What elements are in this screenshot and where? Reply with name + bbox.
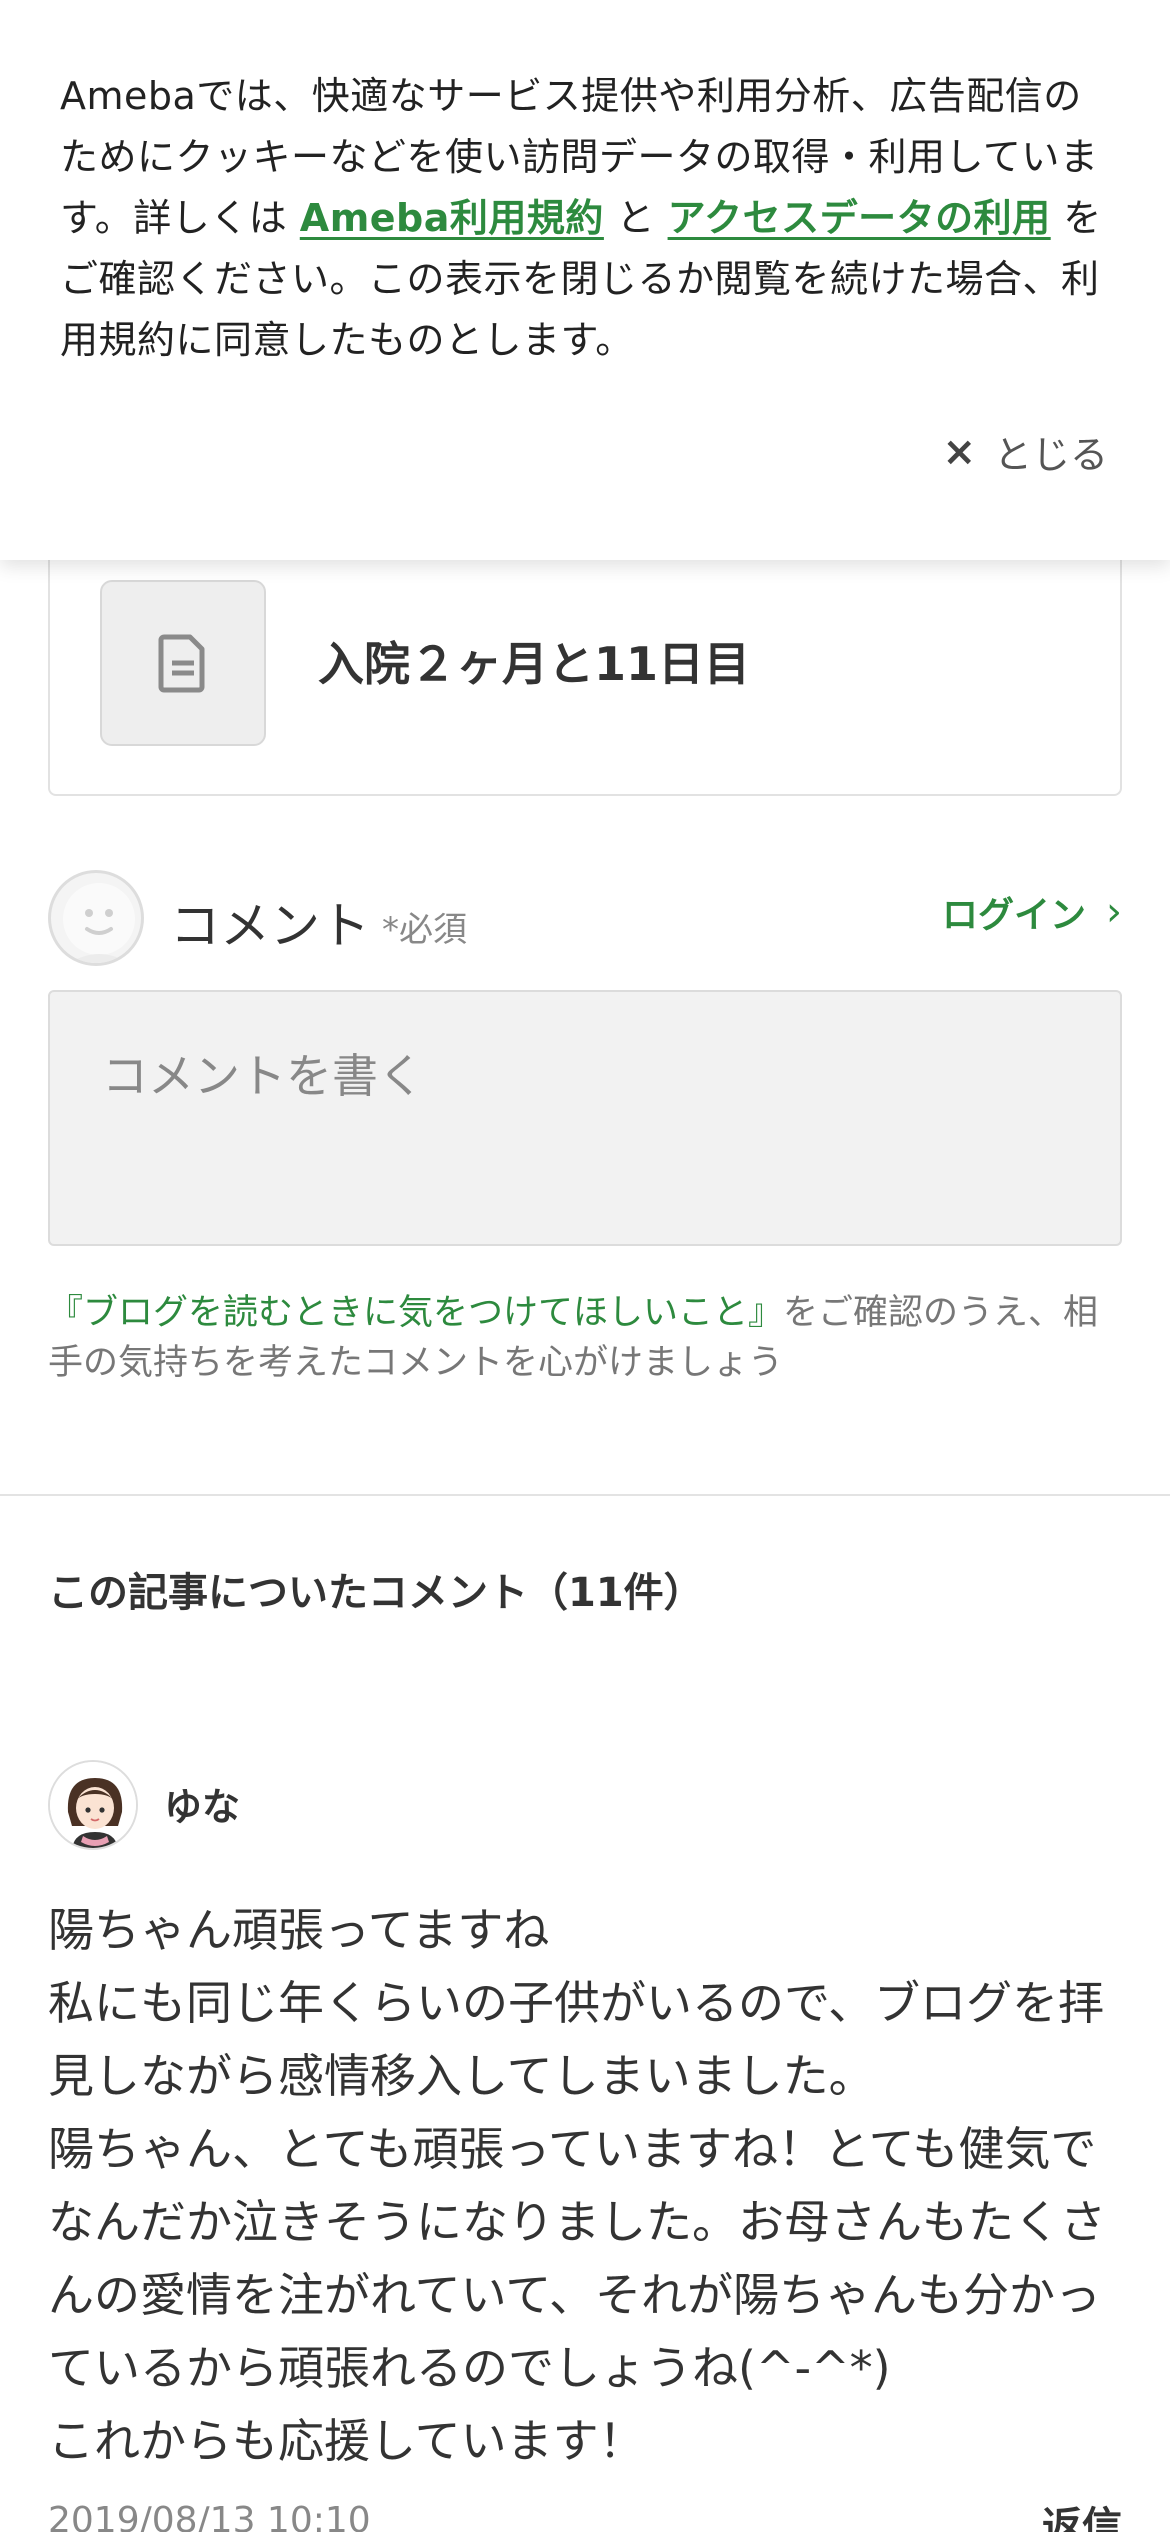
comment-input[interactable]: コメントを書く	[48, 990, 1122, 1246]
reply-button[interactable]: 返信	[1042, 2494, 1122, 2532]
comment-label: コメント	[170, 897, 370, 955]
comment-line: 陽ちゃん頑張ってますね	[48, 1903, 550, 1957]
comment-line: これからも応援しています！	[48, 2414, 645, 2468]
cookie-message: Amebaでは、快適なサービス提供や利用分析、広告配信のためにクッキーなどを使い…	[60, 66, 1110, 371]
avatar[interactable]	[48, 1760, 138, 1850]
comment-line: 私にも同じ年くらいの子供がいるので、ブログを拝見しながら感情移入してしまいました…	[48, 1976, 1105, 2103]
document-icon	[100, 580, 266, 746]
comment-timestamp: 2019/08/13 10:10	[48, 2500, 371, 2532]
close-button[interactable]: × とじる	[942, 424, 1108, 479]
comment-placeholder: コメントを書く	[102, 1049, 424, 1103]
terms-link[interactable]: Ameba利用規約	[300, 196, 604, 240]
login-label: ログイン	[941, 895, 1086, 936]
comment-form-header: コメント *必須 ログイン ›	[48, 870, 1122, 966]
chevron-right-icon: ›	[1106, 889, 1122, 935]
article-title: 入院２ヶ月と11日目	[318, 637, 751, 691]
cookie-text-mid: と	[603, 196, 668, 240]
close-icon: ×	[942, 428, 976, 475]
login-link[interactable]: ログイン ›	[942, 886, 1122, 938]
comment-line: 陽ちゃん、とても頑張っていますね！とても健気でなんだか泣きそうになりました。お母…	[48, 2122, 1106, 2395]
avatar-placeholder-icon	[48, 870, 144, 966]
page: Amebaでは、快適なサービス提供や利用分析、広告配信のためにクッキーなどを使い…	[0, 0, 1170, 2532]
comment-guideline: 『ブログを読むときに気をつけてほしいこと』をご確認のうえ、相手の気持ちを考えたコ…	[48, 1288, 1128, 1388]
section-divider	[0, 1494, 1170, 1496]
comments-heading: この記事についたコメント（11件）	[48, 1570, 704, 1616]
commenter-name[interactable]: ゆな	[164, 1776, 240, 1831]
access-data-link[interactable]: アクセスデータの利用	[668, 196, 1051, 240]
comment-body: 陽ちゃん頑張ってますね 私にも同じ年くらいの子供がいるので、ブログを拝見しながら…	[48, 1894, 1138, 2478]
cookie-banner: Amebaでは、快適なサービス提供や利用分析、広告配信のためにクッキーなどを使い…	[0, 0, 1170, 560]
close-label: とじる	[993, 433, 1108, 477]
guideline-link[interactable]: 『ブログを読むときに気をつけてほしいこと』	[48, 1293, 783, 1333]
required-marker: *必須	[382, 910, 467, 950]
